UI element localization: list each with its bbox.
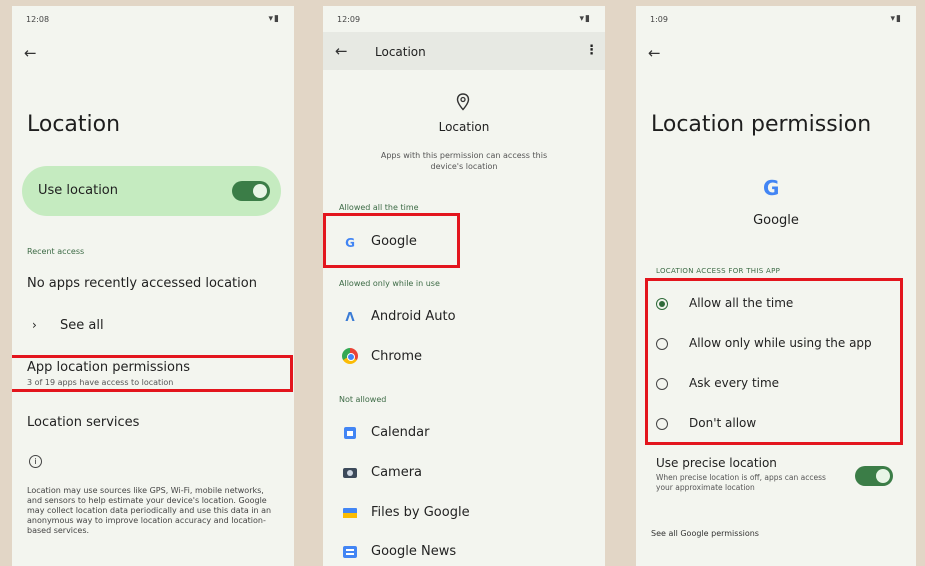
page-title: Location permission <box>651 112 872 137</box>
status-bar: 12:09 ▾▮ <box>337 14 591 24</box>
app-name: Google <box>753 213 799 228</box>
app-item-camera[interactable]: Camera <box>371 465 422 480</box>
appbar-title: Location <box>375 45 426 59</box>
app-bar: ← Location ⋮ <box>323 32 605 70</box>
screen-location-apps: 12:09 ▾▮ ← Location ⋮ Location Apps with… <box>323 6 605 566</box>
back-arrow-icon[interactable]: ← <box>335 44 348 59</box>
status-time: 12:08 <box>26 15 50 24</box>
switch-knob <box>253 184 267 198</box>
section-allowed-all-time: Allowed all the time <box>339 203 419 212</box>
section-allowed-while-in-use: Allowed only while in use <box>339 279 440 288</box>
calendar-icon <box>342 425 358 441</box>
precise-location-switch[interactable] <box>855 466 893 486</box>
precise-location-title: Use precise location <box>656 456 777 470</box>
location-pin-icon <box>456 93 470 111</box>
files-icon <box>342 505 358 521</box>
highlight-box <box>12 355 293 392</box>
app-item-google-news[interactable]: Google News <box>371 544 456 559</box>
info-icon: i <box>29 455 42 468</box>
camera-icon <box>342 465 358 481</box>
status-bar: 1:09 ▾▮ <box>650 14 902 24</box>
screen-location-permission: 1:09 ▾▮ ← Location permission G Google L… <box>636 6 916 566</box>
use-location-switch[interactable] <box>232 181 270 201</box>
header-title: Location <box>438 120 490 134</box>
screen-location-settings: 12:08 ▾▮ ← Location Use location Recent … <box>12 6 294 566</box>
more-vert-icon[interactable]: ⋮ <box>585 43 598 58</box>
wifi-battery-icon: ▾▮ <box>579 14 591 24</box>
back-arrow-icon[interactable]: ← <box>24 46 37 61</box>
switch-knob <box>876 469 890 483</box>
status-time: 12:09 <box>337 15 361 24</box>
android-auto-icon: Λ <box>345 310 355 324</box>
see-all-google-permissions[interactable]: See all Google permissions <box>651 529 759 538</box>
location-info-text: Location may use sources like GPS, Wi-Fi… <box>27 486 272 535</box>
status-bar: 12:08 ▾▮ <box>26 14 280 24</box>
app-item-chrome[interactable]: Chrome <box>371 349 422 364</box>
recent-access-header: Recent access <box>27 247 85 256</box>
google-logo-icon: G <box>763 176 780 200</box>
highlight-box <box>323 213 460 268</box>
header-description: Apps with this permission can access thi… <box>380 151 548 171</box>
app-item-files-by-google[interactable]: Files by Google <box>371 505 470 520</box>
back-arrow-icon[interactable]: ← <box>648 46 661 61</box>
app-item-calendar[interactable]: Calendar <box>371 425 429 440</box>
news-icon <box>342 544 358 560</box>
section-location-access: LOCATION ACCESS FOR THIS APP <box>656 267 781 275</box>
app-item-android-auto[interactable]: Android Auto <box>371 309 456 324</box>
wifi-battery-icon: ▾▮ <box>268 14 280 24</box>
status-time: 1:09 <box>650 15 668 24</box>
location-services[interactable]: Location services <box>27 415 139 430</box>
see-all-link[interactable]: See all <box>60 318 104 333</box>
precise-location-desc: When precise location is off, apps can a… <box>656 473 826 492</box>
use-location-toggle-row[interactable]: Use location <box>22 166 281 216</box>
section-not-allowed: Not allowed <box>339 395 387 404</box>
use-location-label: Use location <box>38 183 118 198</box>
wifi-battery-icon: ▾▮ <box>890 14 902 24</box>
chrome-icon <box>342 348 358 364</box>
highlight-box <box>645 278 903 445</box>
chevron-right-icon: › <box>32 318 37 332</box>
no-apps-text: No apps recently accessed location <box>27 276 257 291</box>
page-title: Location <box>27 112 121 137</box>
